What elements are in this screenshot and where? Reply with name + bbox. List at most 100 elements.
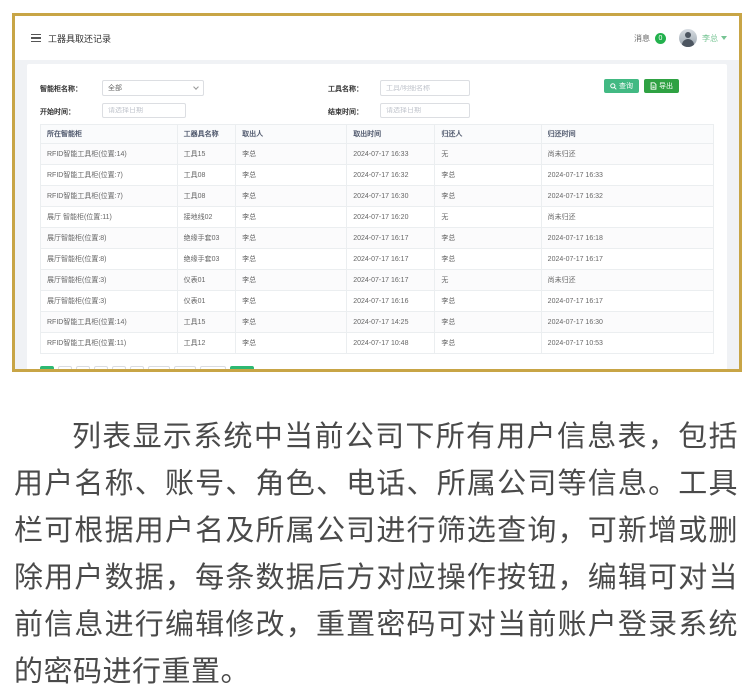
export-file-icon — [650, 82, 657, 90]
page-button[interactable]: 4 — [94, 366, 108, 372]
start-date-field[interactable] — [102, 103, 186, 118]
column-header: 取出人 — [236, 125, 347, 144]
cell-return-time: 尚未归还 — [541, 207, 713, 228]
cell-cabinet: RFID智能工具柜(位置:7) — [41, 186, 178, 207]
cell-tool-name: 工具15 — [177, 144, 236, 165]
cell-return-time: 尚未归还 — [541, 270, 713, 291]
cell-return-time: 2024-07-17 10:53 — [541, 333, 713, 354]
description-paragraph: 列表显示系统中当前公司下所有用户信息表，包括用户名称、账号、角色、电话、所属公司… — [14, 414, 738, 696]
chevron-down-icon — [721, 36, 727, 40]
cell-cabinet: 展厅智能柜(位置:3) — [41, 270, 178, 291]
jump-page-input[interactable] — [200, 366, 226, 372]
cell-returner: 李总 — [435, 228, 541, 249]
search-button[interactable]: 查询 — [604, 79, 639, 93]
table-row[interactable]: 展厅智能柜(位置:3) 仪表01 李总 2024-07-17 16:17 无 尚… — [41, 270, 714, 291]
table-row[interactable]: RFID智能工具柜(位置:7) 工具08 李总 2024-07-17 16:30… — [41, 186, 714, 207]
cell-taker: 李总 — [236, 333, 347, 354]
menu-icon[interactable] — [31, 34, 41, 43]
table-row[interactable]: RFID智能工具柜(位置:14) 工具15 李总 2024-07-17 16:3… — [41, 144, 714, 165]
cell-taker: 李总 — [236, 186, 347, 207]
cell-cabinet: 展厅智能柜(位置:3) — [41, 291, 178, 312]
last-page-button[interactable]: 末页 — [148, 366, 170, 372]
tool-name-label: 工具名称： — [328, 84, 363, 94]
cell-take-time: 2024-07-17 16:17 — [347, 249, 435, 270]
content-card: 智能柜名称： 全部 开始时间： 工具名称： 结束时间： — [27, 64, 727, 372]
cell-tool-name: 工具12 — [177, 333, 236, 354]
search-icon — [610, 83, 617, 90]
table-row[interactable]: RFID智能工具柜(位置:14) 工具15 李总 2024-07-17 14:2… — [41, 312, 714, 333]
cell-return-time: 2024-07-17 16:18 — [541, 228, 713, 249]
cell-return-time: 尚未归还 — [541, 144, 713, 165]
cell-taker: 李总 — [236, 165, 347, 186]
avatar-head-shape — [685, 32, 691, 38]
ui-screenshot-frame: 工器具取还记录 消息 0 李总 智能柜名称： 全部 开始时间： — [12, 13, 742, 372]
cell-cabinet: RFID智能工具柜(位置:11) — [41, 333, 178, 354]
tool-name-input[interactable] — [386, 85, 464, 92]
cell-take-time: 2024-07-17 16:33 — [347, 144, 435, 165]
cell-taker: 李总 — [236, 270, 347, 291]
table-row[interactable]: 展厅 智能柜(位置:11) 接地线02 李总 2024-07-17 16:20 … — [41, 207, 714, 228]
cell-returner: 无 — [435, 270, 541, 291]
cell-taker: 李总 — [236, 291, 347, 312]
cell-return-time: 2024-07-17 16:32 — [541, 186, 713, 207]
end-date-field[interactable] — [380, 103, 470, 118]
page-button[interactable]: 3 — [76, 366, 90, 372]
end-time-label: 结束时间： — [328, 107, 363, 117]
page-button[interactable]: 5 — [112, 366, 126, 372]
cell-returner: 李总 — [435, 291, 541, 312]
start-time-label: 开始时间： — [40, 107, 75, 117]
tool-name-field[interactable] — [380, 80, 470, 96]
cabinet-name-label: 智能柜名称： — [40, 84, 82, 94]
jump-button[interactable]: 跳转 — [230, 366, 254, 372]
cell-tool-name: 工具08 — [177, 186, 236, 207]
user-menu[interactable]: 李总 — [702, 33, 727, 44]
filter-buttons: 查询 导出 — [604, 79, 679, 93]
avatar-body-shape — [682, 39, 694, 47]
cell-taker: 李总 — [236, 207, 347, 228]
cell-take-time: 2024-07-17 16:20 — [347, 207, 435, 228]
page-title: 工器具取还记录 — [48, 32, 111, 45]
column-header: 取出时间 — [347, 125, 435, 144]
topbar-left: 工器具取还记录 — [31, 32, 111, 45]
table-row[interactable]: RFID智能工具柜(位置:11) 工具12 李总 2024-07-17 10:4… — [41, 333, 714, 354]
cell-tool-name: 仪表01 — [177, 270, 236, 291]
cell-returner: 李总 — [435, 186, 541, 207]
cabinet-select[interactable]: 全部 — [102, 80, 204, 96]
cell-take-time: 2024-07-17 16:32 — [347, 165, 435, 186]
cell-returner: 无 — [435, 144, 541, 165]
export-button[interactable]: 导出 — [644, 79, 679, 93]
column-header: 所在智能柜 — [41, 125, 178, 144]
cell-returner: 李总 — [435, 165, 541, 186]
table-row[interactable]: 展厅智能柜(位置:8) 绝缘手套03 李总 2024-07-17 16:17 李… — [41, 228, 714, 249]
page-button[interactable]: 2 — [58, 366, 72, 372]
table-row[interactable]: 展厅智能柜(位置:3) 仪表01 李总 2024-07-17 16:16 李总 … — [41, 291, 714, 312]
cell-cabinet: RFID智能工具柜(位置:7) — [41, 165, 178, 186]
cell-return-time: 2024-07-17 16:30 — [541, 312, 713, 333]
cell-tool-name: 绝缘手套03 — [177, 249, 236, 270]
page-button[interactable]: 1 — [40, 366, 54, 372]
cell-cabinet: 展厅智能柜(位置:8) — [41, 228, 178, 249]
cell-taker: 李总 — [236, 228, 347, 249]
page-button[interactable]: ... — [130, 366, 144, 372]
cell-take-time: 2024-07-17 14:25 — [347, 312, 435, 333]
cell-tool-name: 接地线02 — [177, 207, 236, 228]
table-header-row: 所在智能柜工器具名称取出人取出时间归还人归还时间 — [41, 125, 714, 144]
table-row[interactable]: 展厅智能柜(位置:8) 绝缘手套03 李总 2024-07-17 16:17 李… — [41, 249, 714, 270]
cell-tool-name: 工具08 — [177, 165, 236, 186]
cell-cabinet: 展厅智能柜(位置:8) — [41, 249, 178, 270]
app-body: 智能柜名称： 全部 开始时间： 工具名称： 结束时间： — [15, 60, 739, 372]
cell-take-time: 2024-07-17 16:30 — [347, 186, 435, 207]
cell-return-time: 2024-07-17 16:17 — [541, 291, 713, 312]
avatar[interactable] — [679, 29, 697, 47]
next-page-button[interactable]: 下页 — [174, 366, 196, 372]
end-date-input[interactable] — [386, 107, 464, 114]
table-row[interactable]: RFID智能工具柜(位置:7) 工具08 李总 2024-07-17 16:32… — [41, 165, 714, 186]
cell-returner: 李总 — [435, 312, 541, 333]
messages-link[interactable]: 消息 — [634, 33, 650, 44]
cell-returner: 无 — [435, 207, 541, 228]
user-name: 李总 — [702, 33, 718, 44]
cell-returner: 李总 — [435, 249, 541, 270]
cell-take-time: 2024-07-17 10:48 — [347, 333, 435, 354]
cabinet-select-value: 全部 — [108, 83, 194, 93]
start-date-input[interactable] — [108, 107, 180, 114]
